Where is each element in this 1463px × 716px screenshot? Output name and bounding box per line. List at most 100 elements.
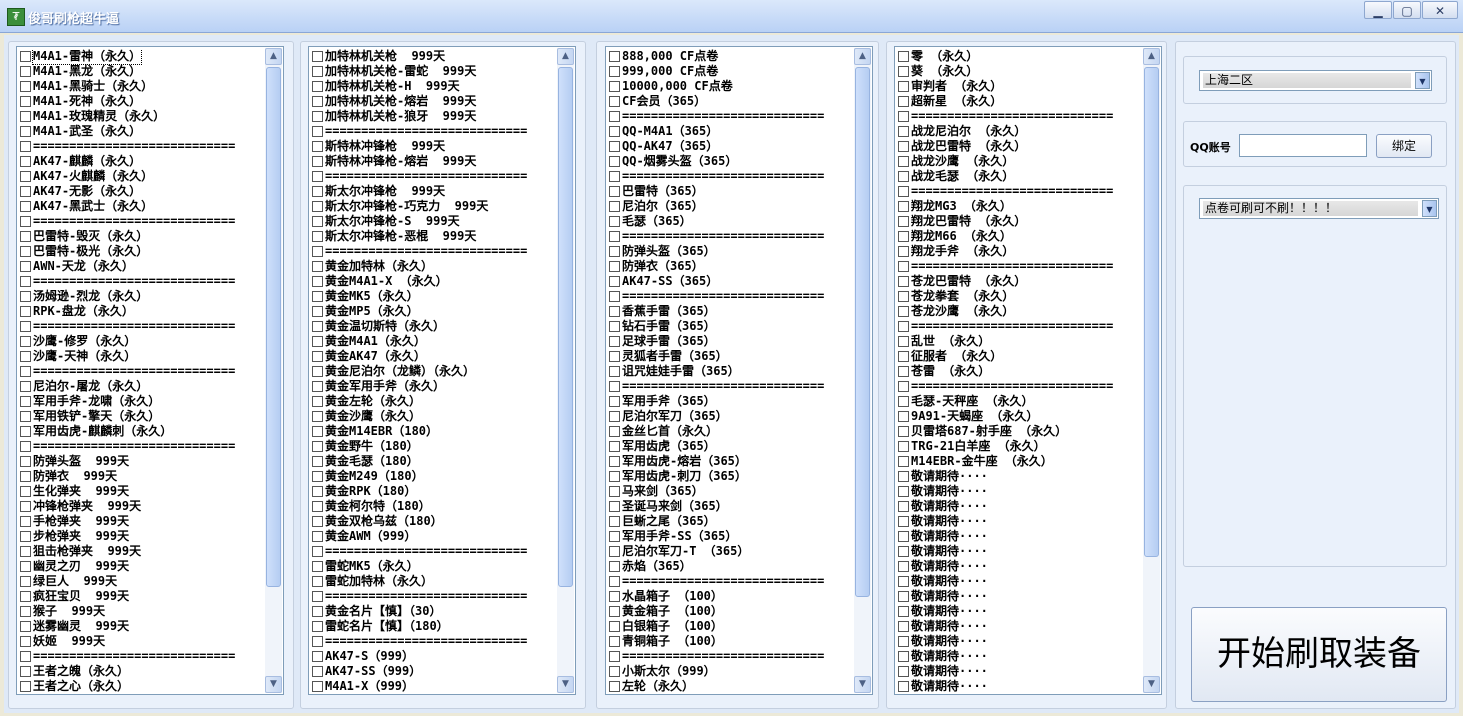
list-item[interactable]: ============================ — [897, 259, 1141, 274]
item-checkbox[interactable] — [898, 351, 909, 362]
list-item[interactable]: 金丝匕首（永久） — [608, 424, 852, 439]
list-item[interactable]: ============================ — [897, 184, 1141, 199]
list-item[interactable]: 斯太尔冲锋枪-S 999天 — [311, 214, 555, 229]
item-checkbox[interactable] — [312, 591, 323, 602]
item-checkbox[interactable] — [20, 576, 31, 587]
list-item[interactable]: 军用手斧-SS（365） — [608, 529, 852, 544]
item-checkbox[interactable] — [312, 141, 323, 152]
scroll-up-icon[interactable]: ▲ — [1143, 48, 1160, 65]
maximize-button[interactable]: ▢ — [1393, 1, 1421, 19]
list-item[interactable]: 王者之魄（永久） — [19, 664, 263, 679]
list-item[interactable]: 黄金尼泊尔（龙鳞）（永久） — [311, 364, 555, 379]
list-item[interactable]: 狙击枪弹夹 999天 — [19, 544, 263, 559]
list-item[interactable]: 军用齿虎（365） — [608, 439, 852, 454]
item-checkbox[interactable] — [20, 246, 31, 257]
item-checkbox[interactable] — [609, 591, 620, 602]
item-checkbox[interactable] — [898, 396, 909, 407]
list-item[interactable]: 黄金毛瑟（180） — [311, 454, 555, 469]
item-checkbox[interactable] — [20, 501, 31, 512]
item-checkbox[interactable] — [20, 66, 31, 77]
list-item[interactable]: ============================ — [608, 229, 852, 244]
item-checkbox[interactable] — [20, 531, 31, 542]
item-checkbox[interactable] — [312, 231, 323, 242]
list-item[interactable]: 敬请期待···· — [897, 634, 1141, 649]
list-item[interactable]: ============================ — [19, 214, 263, 229]
list-item[interactable]: 军用齿虎-刺刀（365） — [608, 469, 852, 484]
item-checkbox[interactable] — [312, 441, 323, 452]
list-item[interactable]: 尼泊尔军刀（365） — [608, 409, 852, 424]
list-item[interactable]: 生化弹夹 999天 — [19, 484, 263, 499]
item-checkbox[interactable] — [312, 366, 323, 377]
list-item[interactable]: 防弹衣（365） — [608, 259, 852, 274]
item-checkbox[interactable] — [20, 186, 31, 197]
item-checkbox[interactable] — [609, 276, 620, 287]
list-item[interactable]: AK47-麒麟（永久） — [19, 154, 263, 169]
item-checkbox[interactable] — [312, 186, 323, 197]
list-item[interactable]: ============================ — [19, 439, 263, 454]
item-checkbox[interactable] — [609, 126, 620, 137]
list-item[interactable]: AWN-天龙（永久） — [19, 259, 263, 274]
list-item[interactable]: 敬请期待···· — [897, 574, 1141, 589]
list-item[interactable]: 军用手斧（365） — [608, 394, 852, 409]
list-item[interactable]: 幽灵之刃 999天 — [19, 559, 263, 574]
list-item[interactable]: ============================ — [311, 169, 555, 184]
item-checkbox[interactable] — [609, 606, 620, 617]
list-item[interactable]: ============================ — [897, 379, 1141, 394]
item-checkbox[interactable] — [898, 411, 909, 422]
list-item[interactable]: ============================ — [608, 649, 852, 664]
item-checkbox[interactable] — [312, 681, 323, 692]
list-item[interactable]: 军用齿虎-熔岩（365） — [608, 454, 852, 469]
item-checkbox[interactable] — [312, 411, 323, 422]
item-checkbox[interactable] — [312, 561, 323, 572]
list-item[interactable]: 尼泊尔（365） — [608, 199, 852, 214]
list-item[interactable]: 足球手雷（365） — [608, 334, 852, 349]
item-checkbox[interactable] — [898, 156, 909, 167]
list-item[interactable]: M14EBR-金牛座 （永久） — [897, 454, 1141, 469]
weapon-list-3[interactable]: 888,000 CF点卷 999,000 CF点卷 10000,000 CF点卷 CF… — [605, 46, 873, 695]
scroll-down-icon[interactable]: ▼ — [854, 676, 871, 693]
scroll-thumb[interactable] — [1144, 67, 1159, 557]
item-checkbox[interactable] — [20, 561, 31, 572]
item-checkbox[interactable] — [898, 636, 909, 647]
item-checkbox[interactable] — [20, 651, 31, 662]
item-checkbox[interactable] — [898, 651, 909, 662]
item-checkbox[interactable] — [20, 441, 31, 452]
item-checkbox[interactable] — [609, 501, 620, 512]
item-checkbox[interactable] — [312, 486, 323, 497]
list-item[interactable]: 斯太尔冲锋枪-恶棍 999天 — [311, 229, 555, 244]
item-checkbox[interactable] — [898, 381, 909, 392]
item-checkbox[interactable] — [609, 66, 620, 77]
item-checkbox[interactable] — [20, 336, 31, 347]
item-checkbox[interactable] — [609, 441, 620, 452]
item-checkbox[interactable] — [20, 291, 31, 302]
item-checkbox[interactable] — [20, 486, 31, 497]
list-item[interactable]: 黄金M249（180） — [311, 469, 555, 484]
item-checkbox[interactable] — [312, 546, 323, 557]
list-item[interactable]: 苍龙拳套 （永久） — [897, 289, 1141, 304]
list-item[interactable]: 黄金M4A1（永久） — [311, 334, 555, 349]
scroll-down-icon[interactable]: ▼ — [265, 676, 282, 693]
list-item[interactable]: 毛瑟-天秤座 （永久） — [897, 394, 1141, 409]
item-checkbox[interactable] — [898, 111, 909, 122]
list-item[interactable]: 999,000 CF点卷 — [608, 64, 852, 79]
scroll-down-icon[interactable]: ▼ — [557, 676, 574, 693]
list-item[interactable]: 小斯太尔（999） — [608, 664, 852, 679]
scroll-thumb[interactable] — [266, 67, 281, 587]
list-item[interactable]: 黄金箱子 （100） — [608, 604, 852, 619]
item-checkbox[interactable] — [898, 606, 909, 617]
item-checkbox[interactable] — [312, 501, 323, 512]
list-item[interactable]: 雷蛇加特林（永久） — [311, 574, 555, 589]
list-item[interactable]: 征服者 （永久） — [897, 349, 1141, 364]
list-item[interactable]: ============================ — [608, 169, 852, 184]
list-item[interactable]: 敬请期待···· — [897, 604, 1141, 619]
item-checkbox[interactable] — [898, 291, 909, 302]
item-checkbox[interactable] — [898, 171, 909, 182]
list-item[interactable]: M4A1-玫瑰精灵（永久） — [19, 109, 263, 124]
item-checkbox[interactable] — [609, 171, 620, 182]
item-checkbox[interactable] — [312, 96, 323, 107]
item-checkbox[interactable] — [609, 321, 620, 332]
list-item[interactable]: CF会员（365） — [608, 94, 852, 109]
item-checkbox[interactable] — [609, 561, 620, 572]
item-checkbox[interactable] — [609, 651, 620, 662]
list-item[interactable]: QQ-AK47（365） — [608, 139, 852, 154]
